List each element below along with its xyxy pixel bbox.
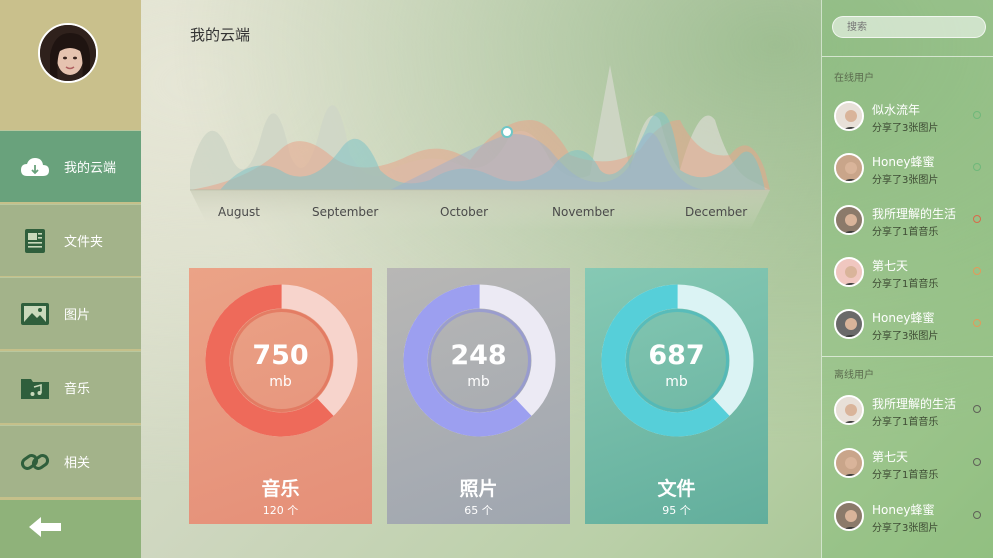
usage-value: 687 bbox=[648, 340, 705, 371]
offline-users-label: 离线用户 bbox=[834, 370, 874, 381]
user-list-item[interactable]: 第七天分享了1首音乐 bbox=[822, 448, 993, 498]
nav-item-related[interactable]: 相关 bbox=[0, 425, 141, 497]
nav-label: 图片 bbox=[64, 308, 91, 323]
status-indicator bbox=[973, 215, 981, 223]
user-list-item[interactable]: 我所理解的生活 分享了1首音乐 bbox=[822, 205, 993, 255]
usage-value: 248 bbox=[450, 340, 507, 371]
nav-label: 音乐 bbox=[64, 382, 91, 397]
user-name: 第七天 bbox=[872, 450, 909, 464]
user-list-item[interactable]: Honey蜂蜜 分享了3张图片 bbox=[822, 309, 993, 359]
page-title: 我的云端 bbox=[190, 26, 251, 44]
card-title: 音乐 bbox=[261, 478, 300, 500]
user-avatar[interactable] bbox=[834, 309, 864, 339]
document-icon bbox=[20, 226, 50, 256]
link-icon bbox=[20, 447, 50, 477]
nav-item-music[interactable]: 音乐 bbox=[0, 351, 141, 423]
search-input[interactable] bbox=[832, 16, 986, 38]
month-label: September bbox=[312, 205, 379, 219]
user-name: 我所理解的生活 bbox=[872, 397, 957, 411]
user-avatar[interactable] bbox=[834, 448, 864, 478]
user-avatar[interactable] bbox=[38, 23, 98, 83]
usage-unit: mb bbox=[269, 374, 292, 390]
divider bbox=[822, 56, 993, 57]
image-icon bbox=[20, 299, 50, 329]
user-activity: 分享了3张图片 bbox=[872, 523, 939, 534]
user-activity: 分享了3张图片 bbox=[872, 331, 939, 342]
nav-item-folder[interactable]: 文件夹 bbox=[0, 204, 141, 276]
nav-label: 相关 bbox=[64, 456, 91, 471]
nav-item-my-cloud[interactable]: 我的云端 bbox=[0, 130, 141, 202]
status-indicator bbox=[973, 319, 981, 327]
item-count: 65 个 bbox=[464, 504, 493, 517]
user-list-item[interactable]: 第七天分享了1首音乐 bbox=[822, 257, 993, 307]
music-folder-icon bbox=[20, 373, 50, 403]
back-button[interactable] bbox=[0, 500, 141, 558]
user-activity: 分享了3张图片 bbox=[872, 175, 939, 186]
usage-unit: mb bbox=[665, 374, 688, 390]
user-activity: 分享了3张图片 bbox=[872, 123, 939, 134]
month-label: August bbox=[218, 205, 260, 219]
storage-card-music[interactable]: 750 mb 音乐 120 个 bbox=[189, 268, 372, 524]
status-indicator bbox=[973, 405, 981, 413]
user-name: Honey蜂蜜 bbox=[872, 311, 935, 325]
item-count: 95 个 bbox=[662, 504, 691, 517]
user-list-item[interactable]: Honey蜂蜜 分享了3张图片 bbox=[822, 153, 993, 203]
user-list-item[interactable]: 我所理解的生活 分享了1首音乐 bbox=[822, 395, 993, 445]
user-activity: 分享了1首音乐 bbox=[872, 417, 939, 428]
user-panel: 在线用户 似水流年分享了3张图片Honey蜂蜜分享了3张图片我所理解的生活分享了… bbox=[821, 0, 993, 558]
user-list-item[interactable]: 似水流年分享了3张图片 bbox=[822, 101, 993, 151]
user-name: 第七天 bbox=[872, 259, 909, 273]
divider bbox=[822, 356, 993, 357]
user-activity: 分享了1首音乐 bbox=[872, 227, 939, 238]
nav-label: 我的云端 bbox=[64, 161, 117, 176]
card-title: 照片 bbox=[459, 478, 498, 500]
user-activity: 分享了1首音乐 bbox=[872, 470, 939, 481]
user-avatar[interactable] bbox=[834, 501, 864, 531]
user-avatar[interactable] bbox=[834, 257, 864, 287]
user-list-item[interactable]: Honey蜂蜜 分享了3张图片 bbox=[822, 501, 993, 551]
month-label: November bbox=[552, 205, 615, 219]
nav-label: 文件夹 bbox=[64, 235, 104, 250]
storage-card-files[interactable]: 687 mb 文件 95 个 bbox=[585, 268, 768, 524]
left-navigation: 我的云端 文件夹 图片 音乐 相关 bbox=[0, 0, 141, 558]
user-avatar[interactable] bbox=[834, 153, 864, 183]
usage-unit: mb bbox=[467, 374, 490, 390]
status-indicator bbox=[973, 267, 981, 275]
month-label: December bbox=[685, 205, 748, 219]
status-indicator bbox=[973, 511, 981, 519]
item-count: 120 个 bbox=[262, 504, 299, 517]
card-title: 文件 bbox=[657, 478, 696, 500]
user-avatar[interactable] bbox=[834, 205, 864, 235]
user-avatar[interactable] bbox=[834, 395, 864, 425]
user-name: 我所理解的生活 bbox=[872, 207, 957, 221]
usage-value: 750 bbox=[252, 340, 309, 371]
online-users-label: 在线用户 bbox=[834, 73, 874, 84]
user-name: Honey蜂蜜 bbox=[872, 503, 935, 517]
chart-marker[interactable] bbox=[501, 126, 513, 138]
month-label: October bbox=[440, 205, 489, 219]
user-name: Honey蜂蜜 bbox=[872, 155, 935, 169]
user-activity: 分享了1首音乐 bbox=[872, 279, 939, 290]
avatar-image bbox=[40, 25, 96, 81]
status-indicator bbox=[973, 111, 981, 119]
status-indicator bbox=[973, 163, 981, 171]
cloud-icon bbox=[20, 152, 50, 182]
arrow-left-icon bbox=[28, 516, 62, 542]
storage-card-photos[interactable]: 248 mb 照片 65 个 bbox=[387, 268, 570, 524]
user-name: 似水流年 bbox=[872, 103, 921, 117]
user-avatar[interactable] bbox=[834, 101, 864, 131]
profile-area bbox=[0, 0, 141, 130]
nav-item-pictures[interactable]: 图片 bbox=[0, 277, 141, 349]
status-indicator bbox=[973, 458, 981, 466]
